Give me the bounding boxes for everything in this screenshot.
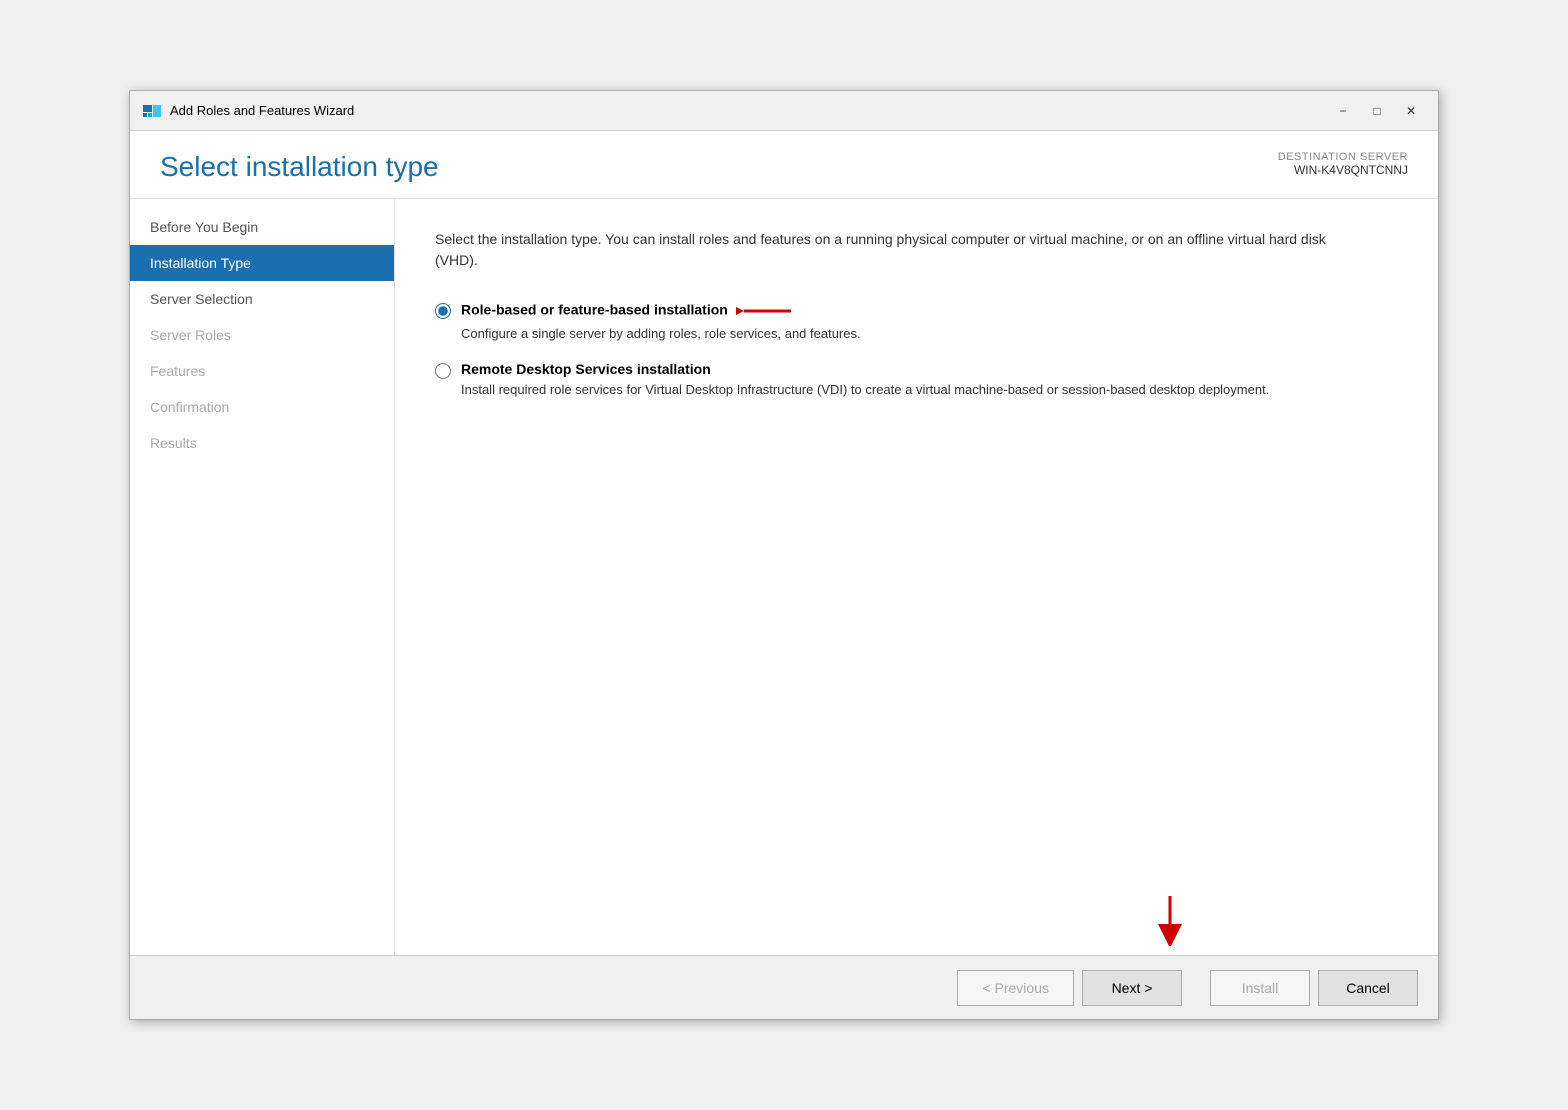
- cancel-button[interactable]: Cancel: [1318, 970, 1418, 1006]
- app-icon: [142, 101, 162, 121]
- destination-label: DESTINATION SERVER: [1278, 151, 1408, 163]
- title-bar-controls: − □ ✕: [1328, 99, 1426, 123]
- option-row-remote-desktop: Remote Desktop Services installation Inst…: [435, 361, 1398, 399]
- sidebar-item-server-selection[interactable]: Server Selection: [130, 281, 394, 317]
- option-row-role-based: Role-based or feature-based installation…: [435, 301, 1398, 343]
- install-button[interactable]: Install: [1210, 970, 1310, 1006]
- next-button[interactable]: Next >: [1082, 970, 1182, 1006]
- destination-name: WIN-K4V8QNTCNNJ: [1278, 163, 1408, 177]
- option-desc-remote-desktop: Install required role services for Virtu…: [461, 381, 1398, 399]
- destination-server: DESTINATION SERVER WIN-K4V8QNTCNNJ: [1278, 151, 1408, 177]
- title-bar-left: Add Roles and Features Wizard: [142, 101, 354, 121]
- close-button[interactable]: ✕: [1396, 99, 1426, 123]
- option-content-remote-desktop: Remote Desktop Services installation Inst…: [461, 361, 1398, 399]
- main-content: Select the installation type. You can in…: [395, 199, 1438, 955]
- down-arrow-annotation: [1150, 896, 1190, 951]
- option-title-role-based: Role-based or feature-based installation: [461, 301, 1398, 321]
- previous-button[interactable]: < Previous: [957, 970, 1074, 1006]
- sidebar: Before You BeginInstallation TypeServer …: [130, 199, 395, 955]
- page-title: Select installation type: [160, 151, 439, 183]
- sidebar-item-results: Results: [130, 425, 394, 461]
- radio-role-based[interactable]: [435, 303, 451, 319]
- page-header: Select installation type DESTINATION SER…: [130, 131, 1438, 199]
- option-content-role-based: Role-based or feature-based installation…: [461, 301, 1398, 343]
- sidebar-item-features: Features: [130, 353, 394, 389]
- option-group: Role-based or feature-based installation…: [435, 301, 1398, 399]
- maximize-button[interactable]: □: [1362, 99, 1392, 123]
- minimize-button[interactable]: −: [1328, 99, 1358, 123]
- sidebar-item-installation-type[interactable]: Installation Type: [130, 245, 394, 281]
- intro-text: Select the installation type. You can in…: [435, 229, 1335, 271]
- right-arrow-icon: [736, 301, 796, 321]
- sidebar-item-server-roles: Server Roles: [130, 317, 394, 353]
- title-bar: Add Roles and Features Wizard − □ ✕: [130, 91, 1438, 131]
- option-title-remote-desktop: Remote Desktop Services installation: [461, 361, 1398, 377]
- content-area: Before You BeginInstallation TypeServer …: [130, 199, 1438, 955]
- wizard-window: Add Roles and Features Wizard − □ ✕ Sele…: [129, 90, 1439, 1020]
- sidebar-item-before-you-begin[interactable]: Before You Begin: [130, 209, 394, 245]
- option-desc-role-based: Configure a single server by adding role…: [461, 325, 1398, 343]
- title-bar-title: Add Roles and Features Wizard: [170, 103, 354, 118]
- radio-remote-desktop[interactable]: [435, 363, 451, 379]
- footer: < Previous Next > Install Cancel: [130, 955, 1438, 1019]
- sidebar-item-confirmation: Confirmation: [130, 389, 394, 425]
